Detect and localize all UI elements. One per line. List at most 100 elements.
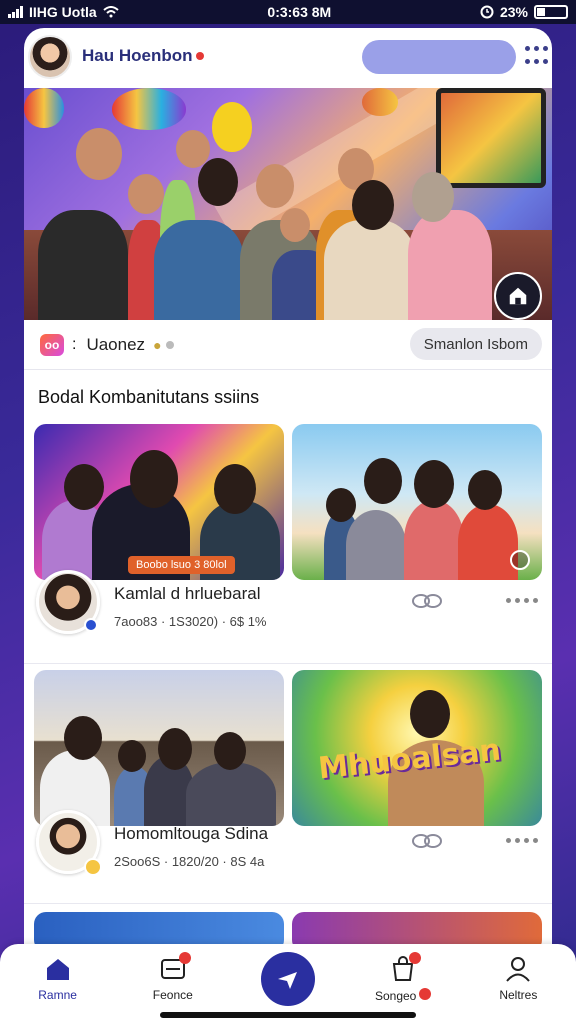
avatar[interactable]	[28, 35, 72, 79]
label-badge-icon	[419, 988, 432, 1000]
nav-label: Neltres	[499, 988, 538, 1002]
post-image-right[interactable]	[292, 424, 542, 580]
tv-screen	[436, 88, 546, 188]
status-right: 23%	[480, 4, 568, 20]
home-icon	[509, 287, 527, 305]
person	[408, 210, 492, 320]
status-dot-icon	[165, 340, 174, 349]
home-indicator	[160, 1012, 416, 1018]
status-left: IIHG Uotla	[8, 4, 119, 20]
balloon	[212, 102, 252, 152]
post-meta: Kamlal d hrluebaral 7aoo83 · 1S3020) · 6…	[24, 570, 552, 664]
post-meta: Homomltouga Sdina 2Soo6S · 1820/20 · 8S …	[24, 810, 552, 904]
info-name: Uaonez	[86, 334, 146, 354]
nav-label: Feonce	[152, 988, 193, 1002]
nav-label: Ramne	[38, 988, 77, 1002]
info-separator: :	[72, 335, 77, 353]
post-card[interactable]: Mhuoalsan Homomltouga Sdina 2Soo6S · 182…	[24, 664, 552, 904]
link-icon[interactable]	[410, 832, 444, 850]
post-title[interactable]: Kamlal d hrluebaral	[114, 584, 260, 604]
person-head	[76, 128, 122, 180]
person-head	[198, 158, 238, 206]
person-head	[410, 690, 450, 738]
search-pill[interactable]	[362, 40, 516, 74]
profile-icon	[506, 957, 531, 982]
kebab-menu-icon[interactable]	[524, 46, 548, 68]
main-card: Hau Hoenbon oo: Uaonez ● Smanlon Isbom …	[24, 28, 552, 1008]
image-caption: Boobo lsuo 3 80lol	[128, 556, 235, 574]
post-image-left[interactable]	[34, 670, 284, 826]
carrier-name: IIHG Uotla	[29, 4, 97, 20]
notification-badge-icon	[178, 952, 191, 964]
info-row: oo : Uaonez ● Smanlon Isbom	[24, 320, 552, 370]
person-head	[256, 164, 294, 208]
person-head	[118, 740, 146, 772]
post-title[interactable]: Homomltouga Sdina	[114, 824, 268, 844]
person-head	[158, 728, 192, 770]
person	[38, 210, 128, 320]
nav-label-wrap: Songeo	[374, 988, 432, 1003]
brand-dot-icon	[195, 52, 204, 60]
post-card[interactable]: Boobo lsuo 3 80lol Kamlal d hrluebaral 7…	[24, 424, 552, 664]
post-stats: 7aoo83 · 1S3020) · 6$ 1%	[114, 614, 267, 629]
link-icon[interactable]	[410, 592, 444, 610]
person	[404, 500, 464, 580]
post-image-left[interactable]: Boobo lsuo 3 80lol	[34, 424, 284, 580]
person-head	[364, 458, 402, 504]
verified-badge-icon	[84, 618, 98, 632]
person	[458, 504, 518, 580]
person	[324, 220, 416, 320]
hero-image	[24, 88, 552, 320]
post-stats: 2Soo6S · 1820/20 · 8S 4a	[114, 854, 265, 869]
more-options-icon[interactable]	[506, 598, 538, 603]
balloon	[24, 88, 64, 128]
person-head	[412, 172, 454, 222]
wifi-icon	[103, 6, 119, 18]
emoji-badge-icon	[84, 858, 102, 876]
post-image-pair: Boobo lsuo 3 80lol	[24, 424, 552, 580]
send-button[interactable]	[260, 952, 315, 1006]
nav-label: Songeo	[374, 989, 417, 1003]
post-image-pair: Mhuoalsan	[24, 664, 552, 826]
balloon	[362, 88, 398, 116]
post-image-right[interactable]: Mhuoalsan	[292, 670, 542, 826]
person-head	[352, 180, 394, 230]
nav-item-home[interactable]: Ramne	[18, 954, 98, 1002]
signal-icon	[8, 6, 23, 18]
chip-icon: oo	[40, 333, 64, 356]
send-icon	[277, 972, 297, 989]
nav-item-send[interactable]	[248, 952, 328, 1010]
person	[154, 220, 244, 320]
person	[186, 762, 276, 826]
battery-percent: 23%	[499, 4, 528, 20]
status-bar: IIHG Uotla 0:3:63 8M 23%	[0, 0, 576, 24]
alarm-icon	[480, 5, 494, 19]
section-title: Bodal Kombanitutans ssiins	[38, 386, 260, 407]
more-options-icon[interactable]	[506, 838, 538, 843]
person-head	[214, 464, 256, 514]
app-header: Hau Hoenbon	[24, 28, 552, 86]
brand-title: Hau Hoenbon	[82, 46, 193, 65]
battery-icon	[533, 5, 568, 19]
person-head	[280, 208, 310, 242]
brand-title-wrap: Hau Hoenbon	[82, 46, 204, 66]
nav-item-profile[interactable]: Neltres	[478, 954, 558, 1002]
notification-badge-icon	[409, 952, 422, 964]
person-head	[64, 464, 104, 510]
balloon	[112, 88, 186, 130]
person-head	[468, 470, 502, 510]
status-time: 0:3:63 8M	[267, 4, 332, 20]
person-head	[326, 488, 356, 522]
nav-item-feed[interactable]: Feonce	[133, 952, 213, 1002]
home-icon	[46, 959, 69, 980]
info-action-button[interactable]: Smanlon Isbom	[409, 328, 542, 360]
person-head	[130, 450, 178, 508]
brand: Hau Hoenbon	[82, 46, 204, 68]
person	[346, 510, 406, 580]
nav-item-shop[interactable]: Songeo	[363, 952, 443, 1003]
person-head	[128, 174, 164, 214]
person-head	[414, 460, 454, 508]
person-head	[64, 716, 102, 760]
hero-home-button[interactable]	[494, 272, 542, 320]
play-icon[interactable]	[510, 550, 530, 570]
